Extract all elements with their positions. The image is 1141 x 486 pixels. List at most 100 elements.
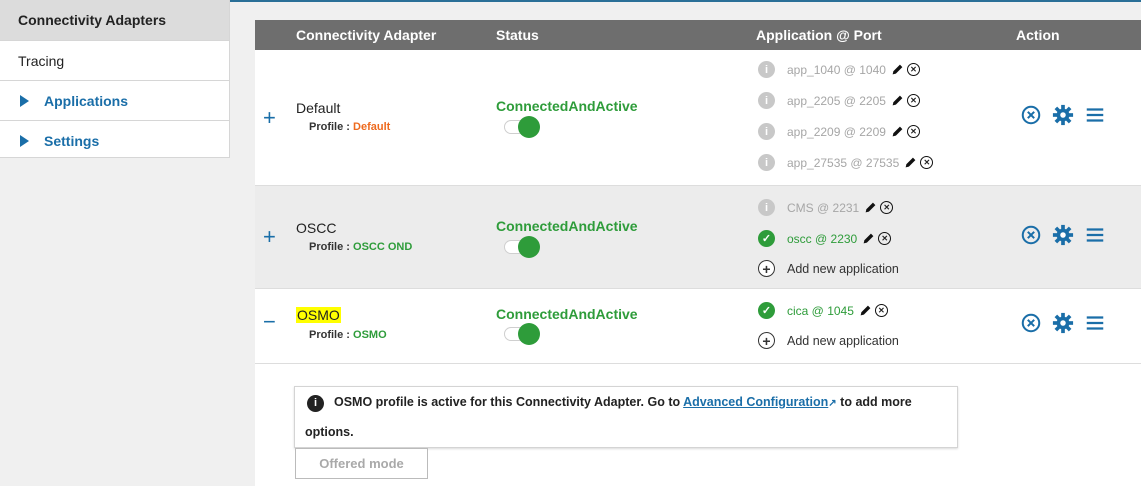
application-label: CMS @ 2231: [787, 200, 860, 215]
row-actions: [1020, 312, 1116, 334]
menu-icon[interactable]: [1084, 312, 1106, 334]
table-row: + OSCC Profile : OSCC OND ConnectedAndAc…: [255, 186, 1141, 289]
add-application-button[interactable]: + Add new application: [758, 332, 899, 349]
status-text: ConnectedAndActive: [496, 218, 638, 234]
application-entry: i app_1040 @ 1040 ✕: [758, 61, 920, 78]
application-entry: i app_2205 @ 2205 ✕: [758, 92, 920, 109]
table-header: Connectivity Adapter Status Application …: [255, 20, 1141, 50]
status-text: ConnectedAndActive: [496, 306, 638, 322]
external-link-icon: ↗: [828, 398, 837, 409]
disconnect-icon[interactable]: [1020, 224, 1042, 246]
status-toggle[interactable]: [504, 116, 540, 138]
table-row: + Default Profile : Default ConnectedAnd…: [255, 50, 1141, 186]
status-toggle[interactable]: [504, 236, 540, 258]
sidebar-item-label: Tracing: [18, 52, 65, 69]
adapter-name: OSMO: [296, 307, 341, 323]
row-actions: [1020, 224, 1116, 246]
column-header-application-port: Application @ Port: [756, 27, 882, 43]
profile-value: Default: [353, 121, 391, 133]
expand-row-button[interactable]: +: [263, 226, 276, 248]
disconnect-icon[interactable]: [1020, 312, 1042, 334]
top-border: [230, 0, 1141, 2]
notice-text-after: to add more: [840, 395, 912, 409]
column-header-action: Action: [1016, 27, 1060, 43]
profile-value: OSCC OND: [353, 241, 413, 253]
remove-application-icon[interactable]: ✕: [906, 94, 920, 107]
edit-pencil-icon[interactable]: [864, 201, 877, 214]
application-label: oscc @ 2230: [787, 231, 858, 246]
application-label: app_27535 @ 27535: [787, 155, 900, 170]
application-label: app_1040 @ 1040: [787, 62, 886, 77]
plus-circle-icon: +: [758, 260, 775, 277]
adapter-profile: Profile : OSCC OND: [309, 241, 412, 253]
add-application-label: Add new application: [787, 333, 899, 348]
remove-application-icon[interactable]: ✕: [906, 125, 920, 138]
notice-text: OSMO profile is active for this Connecti…: [334, 395, 912, 409]
profile-value: OSMO: [353, 329, 387, 341]
edit-pencil-icon[interactable]: [891, 94, 904, 107]
column-header-adapter: Connectivity Adapter: [296, 27, 437, 43]
application-label: cica @ 1045: [787, 303, 854, 318]
plus-circle-icon: +: [758, 332, 775, 349]
remove-application-icon[interactable]: ✕: [878, 232, 892, 245]
profile-label: Profile :: [309, 241, 350, 253]
remove-application-icon[interactable]: ✕: [906, 63, 920, 76]
expand-row-button[interactable]: +: [263, 107, 276, 129]
info-icon: i: [758, 92, 775, 109]
adapter-profile: Profile : OSMO: [309, 329, 387, 341]
notice-text-line2: options.: [305, 425, 354, 439]
application-entry: i app_2209 @ 2209 ✕: [758, 123, 920, 140]
add-application-label: Add new application: [787, 261, 899, 276]
info-icon: i: [758, 199, 775, 216]
row-actions: [1020, 104, 1116, 126]
advanced-configuration-link[interactable]: Advanced Configuration: [683, 395, 828, 409]
edit-pencil-icon[interactable]: [904, 156, 917, 169]
adapter-name: Default: [296, 100, 341, 116]
remove-application-icon[interactable]: ✕: [920, 156, 934, 169]
edit-pencil-icon[interactable]: [891, 125, 904, 138]
expand-triangle-icon: [20, 135, 29, 147]
info-icon: i: [307, 395, 324, 412]
application-entry: i app_27535 @ 27535 ✕: [758, 154, 934, 171]
sidebar-item-applications[interactable]: Applications: [0, 81, 229, 121]
check-circle-icon: ✓: [758, 302, 775, 319]
sidebar-item-connectivity-adapters[interactable]: Connectivity Adapters: [0, 0, 229, 41]
notice-text-before: OSMO profile is active for this Connecti…: [334, 395, 681, 409]
info-icon: i: [758, 154, 775, 171]
info-icon: i: [758, 61, 775, 78]
menu-icon[interactable]: [1084, 104, 1106, 126]
gear-icon[interactable]: [1052, 224, 1074, 246]
edit-pencil-icon[interactable]: [891, 63, 904, 76]
application-label: app_2205 @ 2205: [787, 93, 886, 108]
application-entry: ✓ oscc @ 2230 ✕: [758, 230, 892, 247]
check-circle-icon: ✓: [758, 230, 775, 247]
application-label: app_2209 @ 2209: [787, 124, 886, 139]
edit-pencil-icon[interactable]: [859, 304, 872, 317]
sidebar: Connectivity Adapters Tracing Applicatio…: [0, 0, 230, 158]
table-row: − OSMO Profile : OSMO ConnectedAndActive…: [255, 289, 1141, 364]
column-header-status: Status: [496, 27, 539, 43]
edit-pencil-icon[interactable]: [862, 232, 875, 245]
collapse-row-button[interactable]: −: [263, 311, 276, 333]
sidebar-item-label: Settings: [44, 133, 100, 149]
sidebar-item-settings[interactable]: Settings: [0, 121, 229, 161]
profile-label: Profile :: [309, 121, 350, 133]
menu-icon[interactable]: [1084, 224, 1106, 246]
profile-label: Profile :: [309, 329, 350, 341]
remove-application-icon[interactable]: ✕: [880, 201, 894, 214]
add-application-button[interactable]: + Add new application: [758, 260, 899, 277]
offered-mode-button[interactable]: Offered mode: [295, 448, 428, 479]
application-entry: ✓ cica @ 1045 ✕: [758, 302, 888, 319]
gear-icon[interactable]: [1052, 104, 1074, 126]
status-toggle[interactable]: [504, 323, 540, 345]
sidebar-item-label: Applications: [44, 92, 129, 109]
application-entry: i CMS @ 2231 ✕: [758, 199, 894, 216]
info-icon: i: [758, 123, 775, 140]
adapter-profile: Profile : Default: [309, 121, 390, 133]
disconnect-icon[interactable]: [1020, 104, 1042, 126]
gear-icon[interactable]: [1052, 312, 1074, 334]
sidebar-item-label: Connectivity Adapters: [18, 12, 167, 28]
expand-triangle-icon: [20, 94, 29, 107]
remove-application-icon[interactable]: ✕: [874, 304, 888, 317]
sidebar-item-tracing[interactable]: Tracing: [0, 41, 229, 81]
